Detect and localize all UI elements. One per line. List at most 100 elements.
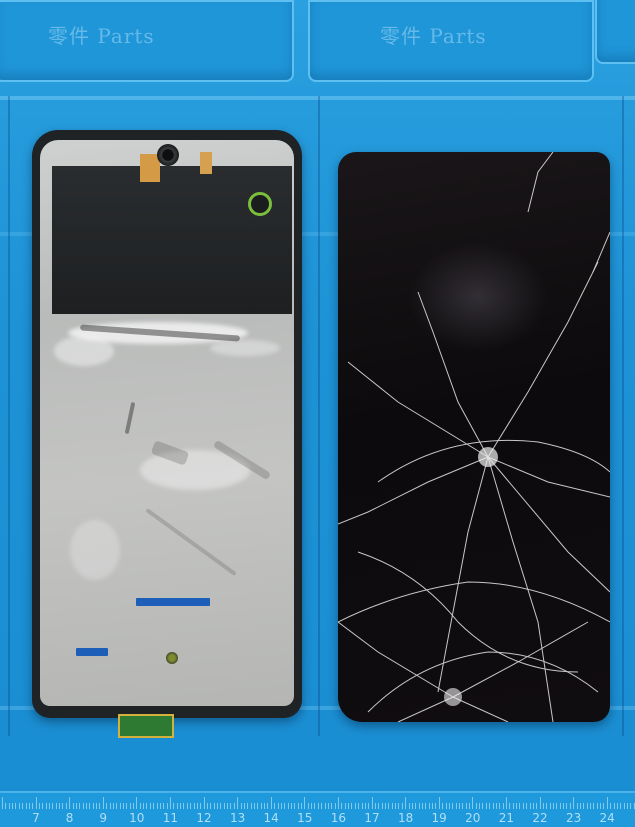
scratch-mark	[124, 401, 136, 435]
glue-residue	[54, 336, 114, 366]
ruler-tick	[274, 803, 276, 809]
glue-residue	[210, 340, 280, 356]
ruler-tick	[381, 803, 383, 809]
ruler-tick	[183, 803, 185, 809]
ruler-tick	[512, 803, 514, 809]
ruler-tick	[590, 803, 591, 809]
ruler-number: 22	[532, 811, 548, 825]
ruler-tick	[532, 803, 534, 809]
ruler-tick	[475, 803, 477, 809]
ruler-tick	[65, 803, 67, 809]
ruler-tick	[297, 803, 299, 809]
ruler-tick	[166, 803, 168, 809]
ruler-tick	[159, 803, 161, 809]
ruler-number: 13	[229, 811, 246, 825]
crack-ring	[357, 551, 579, 673]
ruler-tick	[233, 803, 235, 809]
ruler-tick	[247, 803, 249, 809]
ruler-tick	[170, 797, 171, 809]
ruler-number: 18	[397, 811, 414, 825]
ruler-tick	[8, 803, 10, 809]
phone-middle-frame	[32, 130, 302, 718]
ruler-tick	[2, 797, 3, 809]
ruler-tick	[378, 803, 380, 809]
crack-line	[592, 231, 610, 273]
ruler-number: 19	[431, 811, 447, 825]
ruler-tick	[469, 803, 471, 809]
ruler-tick	[579, 803, 581, 809]
ruler-tick	[237, 797, 239, 809]
ruler-tick	[613, 803, 615, 809]
ruler-tick	[519, 803, 521, 809]
ruler-tick	[96, 803, 98, 809]
ruler-tick	[374, 803, 376, 809]
slot-opening	[76, 648, 108, 656]
ruler-tick	[361, 803, 363, 809]
ruler-tick	[499, 803, 501, 809]
ruler-tick	[193, 803, 195, 809]
ruler-tick	[401, 803, 403, 809]
ruler-tick	[422, 803, 423, 809]
ruler-tick	[59, 803, 61, 809]
parts-tray-left: 零件 Parts	[0, 0, 294, 82]
ruler-tick	[176, 803, 178, 809]
ruler-tick	[301, 803, 303, 809]
ruler-tick	[455, 803, 457, 809]
crack-line	[338, 456, 489, 525]
ruler-tick	[573, 797, 575, 809]
ruler-tick	[415, 803, 417, 809]
crack-line	[347, 361, 489, 458]
ruler-tick	[428, 803, 430, 809]
ruler-number: 17	[364, 811, 380, 825]
ruler-tick	[586, 803, 588, 809]
ruler-tick	[55, 803, 57, 809]
ruler-tick	[317, 803, 319, 809]
ruler-tick	[270, 797, 272, 809]
ruler-number: 23	[565, 811, 582, 825]
green-ring-sensor	[248, 192, 272, 216]
ruler-tick	[112, 803, 114, 809]
ruler-tick	[489, 803, 491, 809]
ruler-tick	[334, 803, 336, 809]
ruler-tick	[435, 803, 437, 809]
ruler-tick	[304, 797, 306, 809]
ruler-tick	[119, 803, 121, 809]
ruler-tick	[502, 803, 504, 809]
ruler-tick	[324, 803, 326, 809]
ruler-tick	[136, 797, 138, 809]
ruler-tick	[348, 803, 350, 809]
ruler-tick	[610, 803, 612, 809]
ruler-number: 8	[65, 811, 74, 825]
ruler-tick	[230, 803, 232, 809]
frame-plate	[40, 140, 294, 706]
ruler-tick	[139, 803, 141, 809]
screw-post	[166, 652, 178, 664]
ruler-tick	[220, 803, 222, 809]
ruler-number: 12	[196, 811, 212, 825]
ruler-tick	[368, 803, 370, 809]
crack-line	[487, 261, 599, 458]
ruler-number: 24	[599, 811, 615, 825]
ruler-tick	[398, 803, 400, 809]
ruler-number: 7	[32, 811, 40, 825]
ruler-tick	[432, 803, 434, 809]
ruler-tick	[626, 803, 628, 809]
ruler-number: 16	[330, 811, 347, 825]
ruler-tick	[22, 803, 24, 809]
ruler-tick	[327, 803, 329, 809]
ruler-tick	[173, 803, 175, 809]
ruler-tick	[257, 803, 259, 809]
ruler-tick	[539, 797, 541, 809]
ruler-tick	[102, 797, 104, 809]
ruler-tick	[223, 803, 225, 809]
ruler-tick	[186, 803, 188, 809]
ruler-tick	[482, 803, 484, 809]
ruler-tick	[35, 797, 37, 809]
ruler-number: 20	[465, 811, 481, 825]
front-camera-icon	[157, 144, 179, 166]
ruler-tick	[190, 803, 192, 809]
ruler-tick	[526, 803, 528, 809]
ruler-tick	[86, 803, 87, 809]
ruler-tick	[156, 803, 158, 809]
ruler-tick	[264, 803, 266, 809]
